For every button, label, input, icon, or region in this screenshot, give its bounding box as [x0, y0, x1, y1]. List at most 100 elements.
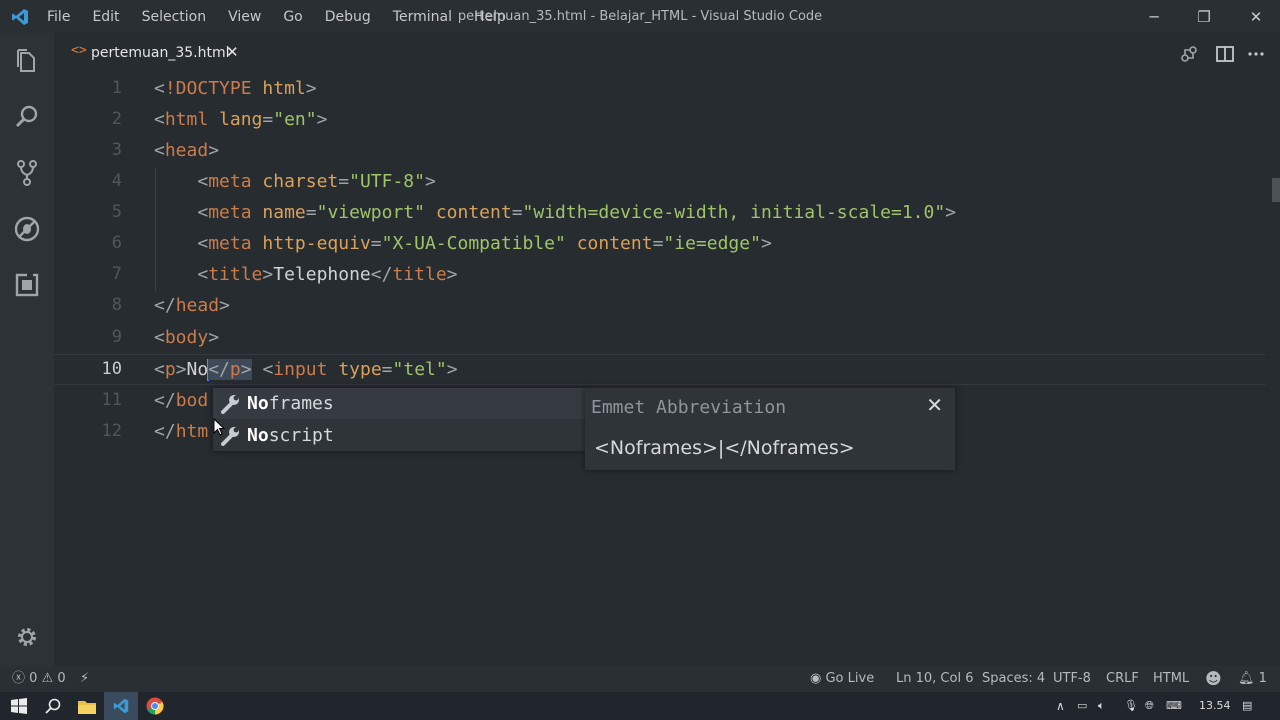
menu-view[interactable]: View	[217, 9, 272, 25]
suggest-label: Noframes	[247, 393, 334, 414]
menu-debug[interactable]: Debug	[314, 9, 382, 25]
code-line: 1 <!DOCTYPE html>	[54, 73, 1266, 104]
line-number: 6	[111, 233, 122, 253]
mouse-pointer-icon	[213, 418, 225, 436]
line-number: 2	[111, 109, 122, 129]
volume-icon[interactable]: 🔈︎	[1098, 692, 1105, 720]
encoding[interactable]: UTF-8	[1053, 666, 1091, 692]
code-editor[interactable]: 1 <!DOCTYPE html> 2 <html lang="en"> 3 <…	[54, 73, 1266, 666]
menu-file[interactable]: File	[36, 9, 81, 25]
line-text: <p>No</p> <input type="tel">	[154, 359, 458, 381]
code-line: 4 <meta charset="UTF-8">	[54, 166, 1266, 197]
vscode-icon[interactable]	[104, 692, 138, 720]
tab-strip: <> pertemuan_35.html ✕	[54, 33, 1280, 73]
suggest-item-noframes[interactable]: Noframes	[213, 388, 585, 419]
line-number: 5	[111, 202, 122, 222]
action-center-icon[interactable]: ▤	[1242, 692, 1252, 720]
line-number: 9	[111, 327, 122, 347]
wrench-icon	[221, 395, 239, 414]
language-mode[interactable]: HTML	[1153, 666, 1189, 692]
code-line: 8 </head>	[54, 290, 1266, 321]
cursor-position[interactable]: Ln 10, Col 6	[896, 666, 973, 692]
gear-icon[interactable]	[15, 625, 39, 649]
search-icon[interactable]	[36, 692, 70, 720]
line-text: <head>	[154, 140, 220, 161]
split-editor-icon[interactable]	[1215, 44, 1235, 64]
line-number: 4	[111, 171, 122, 191]
error-icon: ⓧ	[12, 671, 26, 686]
activity-bar	[0, 33, 54, 666]
menu-terminal[interactable]: Terminal	[382, 9, 463, 25]
line-text: <title>Telephone</title>	[197, 264, 458, 285]
line-number: 12	[101, 421, 122, 441]
status-bar: ⓧ 0 ⚠ 0 ⚡ ◉ Go Live Ln 10, Col 6 Spaces:…	[0, 666, 1280, 692]
close-window-button[interactable]: ✕	[1232, 0, 1280, 33]
menu-edit[interactable]: Edit	[81, 9, 130, 25]
scrollbar-thumb[interactable]	[1272, 178, 1280, 202]
go-live-button[interactable]: ◉ Go Live	[810, 666, 874, 692]
extensions-icon[interactable]	[13, 271, 41, 299]
clock[interactable]: 13.54	[1199, 692, 1231, 720]
line-number: 11	[101, 390, 122, 410]
code-line: 7 <title>Telephone</title>	[54, 259, 1266, 290]
notifications[interactable]: 🔔︎ 1	[1238, 666, 1267, 692]
line-text: <body>	[154, 327, 220, 348]
line-text: <meta charset="UTF-8">	[197, 171, 436, 192]
line-text: <!DOCTYPE html>	[154, 78, 317, 99]
line-text: </head>	[154, 295, 230, 316]
keyboard-icon[interactable]: ⌨	[1166, 692, 1182, 720]
debug-icon[interactable]	[13, 215, 41, 243]
bell-icon: 🔔︎	[1238, 671, 1255, 686]
suggest-widget: Noframes Noscript	[213, 388, 585, 451]
html-file-icon: <>	[71, 43, 87, 58]
microphone-icon[interactable]: 🎙︎	[1124, 692, 1138, 720]
battery-icon[interactable]: ▭	[1077, 692, 1087, 720]
line-text: <html lang="en">	[154, 109, 328, 130]
end-of-line[interactable]: CRLF	[1106, 666, 1139, 692]
open-changes-icon[interactable]	[1179, 44, 1199, 64]
title-bar: File Edit Selection View Go Debug Termin…	[0, 0, 1280, 33]
close-icon[interactable]: ✕	[226, 43, 239, 61]
windows-taskbar: ∧ ▭ 🔈︎ 🎙︎ 🌐︎ ⌨ 13.54 ▤	[0, 692, 1280, 720]
explorer-icon[interactable]	[13, 47, 41, 75]
code-line: 9 <body>	[54, 322, 1266, 353]
error-count: 0	[29, 671, 38, 686]
tray-chevron-icon[interactable]: ∧	[1056, 692, 1065, 720]
menu-bar: File Edit Selection View Go Debug Termin…	[36, 0, 517, 33]
lightning-icon[interactable]: ⚡	[80, 666, 89, 692]
suggest-item-noscript[interactable]: Noscript	[213, 420, 585, 451]
vscode-logo-icon	[12, 9, 28, 25]
warning-icon: ⚠	[41, 671, 54, 686]
more-actions-icon[interactable]	[1246, 44, 1266, 64]
restore-button[interactable]: ❐	[1180, 0, 1228, 33]
line-number: 1	[111, 78, 122, 98]
menu-selection[interactable]: Selection	[131, 9, 218, 25]
line-number: 7	[111, 264, 122, 284]
suggest-label: Noscript	[247, 425, 334, 446]
close-icon[interactable]: ✕	[926, 393, 943, 417]
line-text: </htm	[154, 421, 209, 442]
menu-help[interactable]: Help	[463, 9, 517, 25]
menu-go[interactable]: Go	[272, 9, 313, 25]
tab-label: pertemuan_35.html	[91, 45, 230, 61]
code-line-active: 10 <p>No</p> <input type="tel">	[54, 354, 1266, 385]
suggest-details-panel: Emmet Abbreviation ✕ <Noframes>|</Nofram…	[585, 388, 955, 470]
tab-pertemuan-35[interactable]: <> pertemuan_35.html ✕	[54, 33, 246, 73]
line-number: 3	[111, 140, 122, 160]
feedback-smiley-icon[interactable]: ☻	[1205, 666, 1222, 692]
start-icon[interactable]	[2, 692, 36, 720]
line-text: <meta http-equiv="X-UA-Compatible" conte…	[197, 233, 772, 254]
chrome-icon[interactable]	[138, 692, 172, 720]
network-icon[interactable]: 🌐︎	[1145, 692, 1154, 720]
source-control-icon[interactable]	[13, 159, 41, 187]
search-icon[interactable]	[13, 103, 41, 131]
line-number: 10	[101, 359, 122, 379]
indentation[interactable]: Spaces: 4	[982, 666, 1045, 692]
line-text: <meta name="viewport" content="width=dev…	[197, 202, 957, 223]
problems-indicator[interactable]: ⓧ 0 ⚠ 0	[12, 666, 66, 692]
minimize-button[interactable]: ─	[1130, 0, 1178, 33]
code-line: 6 <meta http-equiv="X-UA-Compatible" con…	[54, 228, 1266, 259]
broadcast-icon: ◉	[810, 671, 822, 686]
warning-count: 0	[57, 671, 66, 686]
file-explorer-icon[interactable]	[70, 692, 104, 720]
